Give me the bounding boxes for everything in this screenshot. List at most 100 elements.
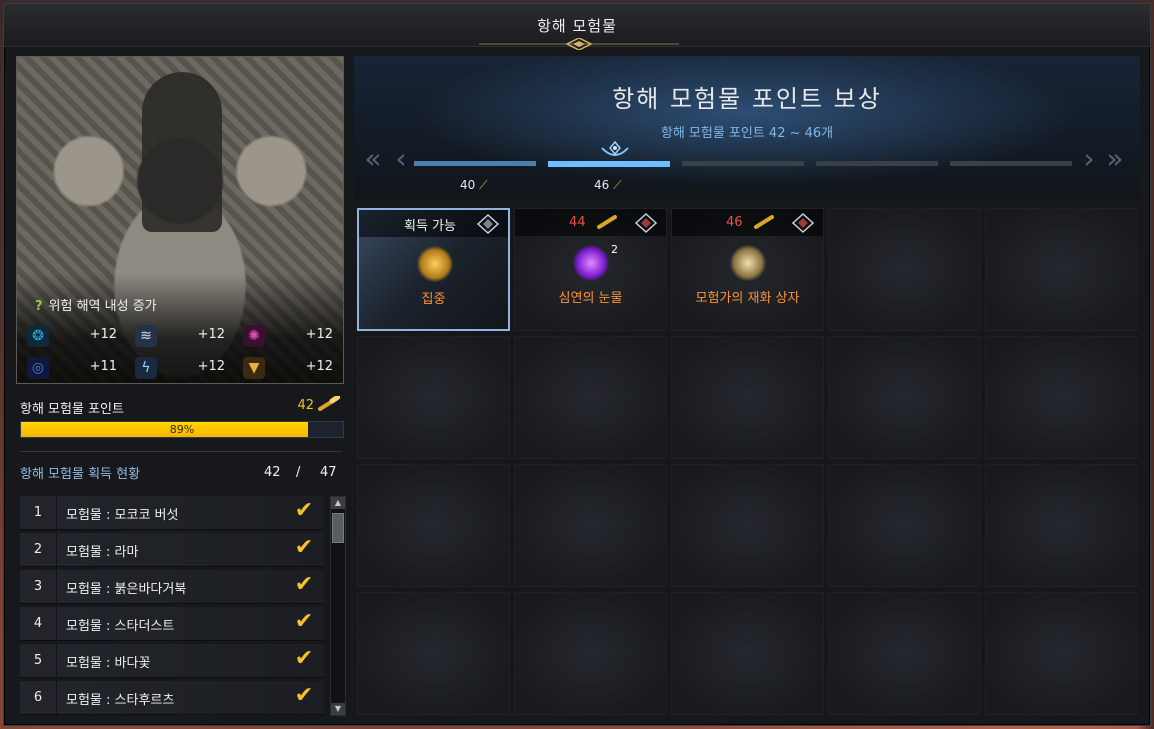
checkmark-icon: ✔ xyxy=(294,498,314,523)
figurehead-silhouette xyxy=(142,72,222,232)
active-tier-emblem-icon xyxy=(601,140,629,156)
ship-figurehead-portrait: ? 위험 해역 내성 증가 ❂ +12 ≋ +12 ✺ +12 ◎ +11 ϟ … xyxy=(16,56,344,384)
tornado-icon: ▼ xyxy=(243,357,265,379)
tier-bar[interactable] xyxy=(950,161,1072,166)
empty-reward-cell xyxy=(985,208,1138,331)
resistance-item[interactable]: ≋ +12 xyxy=(135,323,235,349)
tier-bar[interactable] xyxy=(682,161,804,166)
wave-swirl-icon: ❂ xyxy=(27,325,49,347)
treasure-chest-icon xyxy=(730,245,766,281)
empty-reward-cell xyxy=(671,592,824,715)
checkmark-icon: ✔ xyxy=(294,572,314,597)
tier-bar[interactable] xyxy=(548,161,670,167)
prev-page-icon[interactable]: ‹ xyxy=(384,144,418,174)
progress-text: 89% xyxy=(169,423,195,436)
empty-reward-cell xyxy=(357,336,510,459)
resistance-item[interactable]: ❂ +12 xyxy=(27,323,127,349)
spyglass-icon xyxy=(754,215,774,229)
reward-quantity: 2 xyxy=(611,243,618,256)
reward-name: 집중 xyxy=(421,292,446,307)
count-separator: / xyxy=(296,465,301,480)
tier-label: 46 ⟋ xyxy=(594,178,622,192)
points-value: 42 xyxy=(297,398,314,413)
resistance-item[interactable]: ▼ +12 xyxy=(243,355,343,381)
scroll-thumb[interactable] xyxy=(332,513,344,543)
acquired-count: 42 xyxy=(264,465,281,480)
adventure-item-list: 1 모험물 : 모코코 버섯 ✔ 2 모험물 : 라마 ✔ 3 모험물 : 붉은… xyxy=(20,496,324,716)
list-scrollbar[interactable]: ▲ ▼ xyxy=(330,496,346,716)
list-item[interactable]: 2 모험물 : 라마 ✔ xyxy=(20,533,324,567)
empty-reward-cell xyxy=(514,336,667,459)
acquisition-status-label: 항해 모험물 획득 현황 xyxy=(20,467,141,482)
scroll-up-arrow-icon[interactable]: ▲ xyxy=(331,497,345,509)
window-title: 항해 모험물 xyxy=(537,17,617,35)
dragon-icon: ✺ xyxy=(243,325,265,347)
list-item[interactable]: 6 모험물 : 스타후르츠 ✔ xyxy=(20,681,324,715)
title-bar[interactable]: 항해 모험물 xyxy=(4,4,1150,50)
spyglass-icon: ⟋ xyxy=(479,178,488,192)
whirlpool-icon: ◎ xyxy=(27,357,49,379)
list-item[interactable]: 5 모험물 : 바다꽃 ✔ xyxy=(20,644,324,678)
empty-reward-cell xyxy=(828,592,981,715)
empty-reward-cell xyxy=(985,592,1138,715)
resistance-item[interactable]: ϟ +12 xyxy=(135,355,235,381)
reward-subtitle: 항해 모험물 포인트 42 ~ 46개 xyxy=(660,126,834,141)
checkmark-icon: ✔ xyxy=(294,609,314,634)
empty-reward-cell xyxy=(671,464,824,587)
total-count: 47 xyxy=(320,465,337,480)
help-icon[interactable]: ? xyxy=(35,299,43,314)
list-item[interactable]: 1 모험물 : 모코코 버섯 ✔ xyxy=(20,496,324,530)
list-item[interactable]: 3 모험물 : 붉은바다거북 ✔ xyxy=(20,570,324,604)
rank-badge-icon xyxy=(791,212,815,234)
points-label: 항해 모험물 포인트 xyxy=(20,402,124,417)
points-progress-bar: 89% xyxy=(20,421,344,438)
title-ornament-icon xyxy=(479,38,679,50)
reward-name: 모험가의 재화 상자 xyxy=(695,291,800,306)
empty-reward-cell xyxy=(828,336,981,459)
storm-icon: ≋ xyxy=(135,325,157,347)
checkmark-icon: ✔ xyxy=(294,646,314,671)
empty-reward-cell xyxy=(357,592,510,715)
reward-panel: 항해 모험물 포인트 보상 항해 모험물 포인트 42 ~ 46개 « ‹ › … xyxy=(354,56,1140,718)
empty-reward-cell xyxy=(514,464,667,587)
claimable-label: 획득 가능 xyxy=(404,219,456,234)
spyglass-icon xyxy=(597,215,617,229)
empty-reward-cell xyxy=(828,464,981,587)
left-panel: ? 위험 해역 내성 증가 ❂ +12 ≋ +12 ✺ +12 ◎ +11 ϟ … xyxy=(16,56,346,716)
checkmark-icon: ✔ xyxy=(294,535,314,560)
reward-title: 항해 모험물 포인트 보상 xyxy=(612,85,882,113)
tier-bar[interactable] xyxy=(816,161,938,166)
purple-gem-icon xyxy=(573,245,609,281)
required-points: 46 xyxy=(726,215,743,230)
scroll-down-arrow-icon[interactable]: ▼ xyxy=(331,703,345,715)
empty-reward-cell xyxy=(985,336,1138,459)
required-points: 44 xyxy=(569,215,586,230)
adventure-window: 항해 모험물 ? 위험 해역 내성 증가 ❂ +12 ≋ +12 ✺ +12 ◎… xyxy=(3,3,1151,726)
resistance-title: ? 위험 해역 내성 증가 xyxy=(35,299,157,314)
reward-header: 항해 모험물 포인트 보상 항해 모험물 포인트 42 ~ 46개 « ‹ › … xyxy=(354,56,1140,198)
tier-label: 40 ⟋ xyxy=(460,178,488,192)
lightning-icon: ϟ xyxy=(135,357,157,379)
reward-cell[interactable]: 44 2 심연의 눈물 xyxy=(514,208,667,331)
reward-cell-focus[interactable]: 획득 가능 집중 xyxy=(357,208,510,331)
checkmark-icon: ✔ xyxy=(294,683,314,708)
resistance-item[interactable]: ✺ +12 xyxy=(243,323,343,349)
medal-coin-icon xyxy=(417,246,453,282)
tier-track: 40 ⟋ 46 ⟋ xyxy=(414,140,1074,206)
divider xyxy=(20,451,342,452)
empty-reward-cell xyxy=(828,208,981,331)
spyglass-icon: ⟋ xyxy=(613,178,622,192)
empty-reward-cell xyxy=(357,464,510,587)
tier-bar[interactable] xyxy=(414,161,536,166)
last-page-icon[interactable]: » xyxy=(1098,144,1132,174)
resistance-item[interactable]: ◎ +11 xyxy=(27,355,127,381)
rank-badge-icon xyxy=(476,213,500,235)
reward-name: 심연의 눈물 xyxy=(558,291,623,306)
empty-reward-cell xyxy=(985,464,1138,587)
empty-reward-cell xyxy=(671,336,824,459)
rank-badge-icon xyxy=(634,212,658,234)
reward-cell[interactable]: 46 모험가의 재화 상자 xyxy=(671,208,824,331)
spyglass-icon xyxy=(318,396,340,411)
list-item[interactable]: 4 모험물 : 스타더스트 ✔ xyxy=(20,607,324,641)
empty-reward-cell xyxy=(514,592,667,715)
